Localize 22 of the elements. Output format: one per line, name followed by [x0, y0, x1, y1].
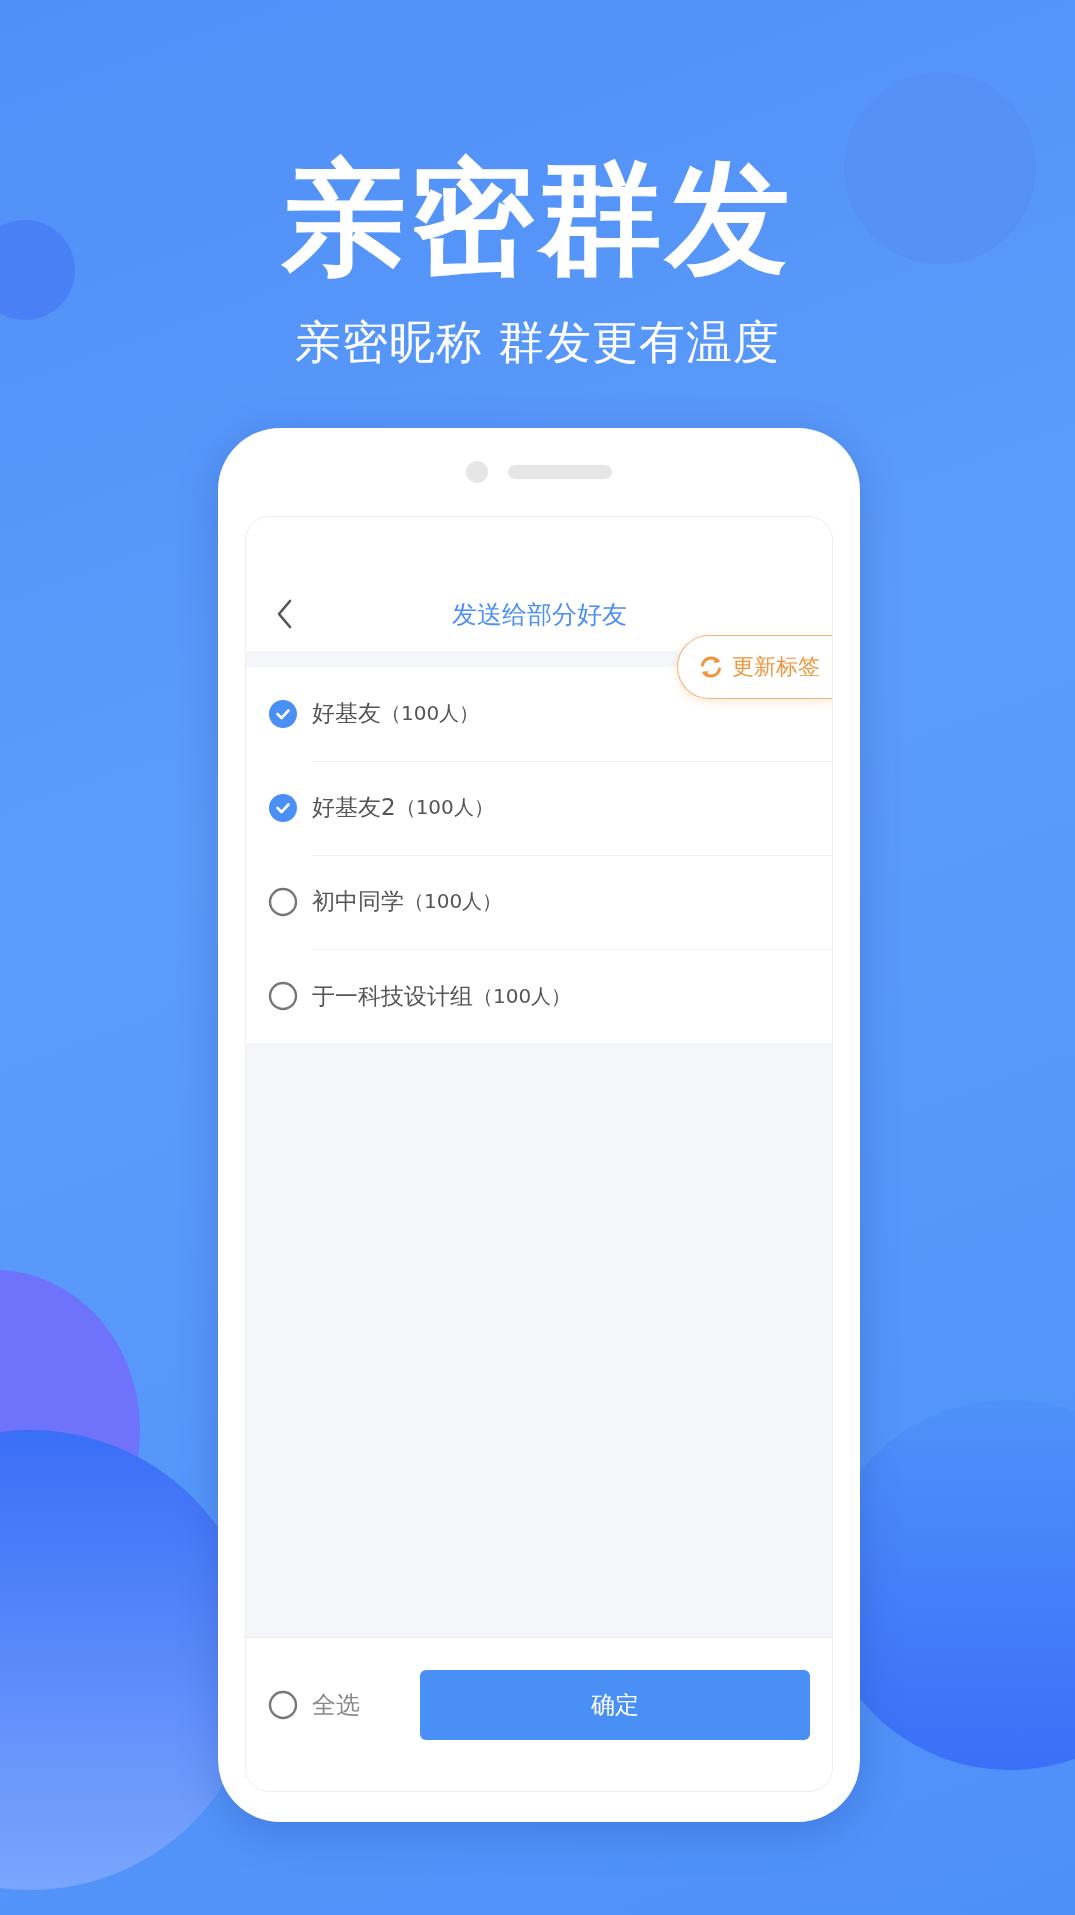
unchecked-circle-icon[interactable]: [268, 981, 298, 1011]
group-name: 好基友2: [312, 793, 396, 822]
unchecked-circle-icon[interactable]: [268, 1689, 298, 1720]
group-name: 初中同学: [312, 887, 404, 916]
member-count: （100人）: [395, 794, 494, 821]
refresh-icon: [698, 654, 724, 680]
confirm-button[interactable]: 确定: [420, 1669, 810, 1740]
group-name: 好基友: [312, 699, 381, 728]
checked-circle-icon[interactable]: [268, 699, 298, 729]
unchecked-circle-icon[interactable]: [268, 887, 298, 917]
headline: 亲密群发: [281, 150, 794, 287]
group-name: 于一科技设计组: [312, 981, 473, 1011]
subtitle: 亲密昵称 群发更有温度: [294, 314, 781, 372]
screen-title: 发送给部分好友: [451, 599, 627, 631]
checked-circle-icon[interactable]: [268, 793, 298, 823]
camera-dot: [466, 461, 488, 483]
member-count: （100人）: [473, 982, 572, 1010]
select-all-label[interactable]: 全选: [312, 1688, 360, 1721]
update-tag-button[interactable]: 更新标签: [677, 635, 832, 699]
member-count: （100人）: [404, 888, 503, 915]
back-icon[interactable]: [276, 599, 292, 629]
member-count: （100人）: [381, 700, 480, 727]
